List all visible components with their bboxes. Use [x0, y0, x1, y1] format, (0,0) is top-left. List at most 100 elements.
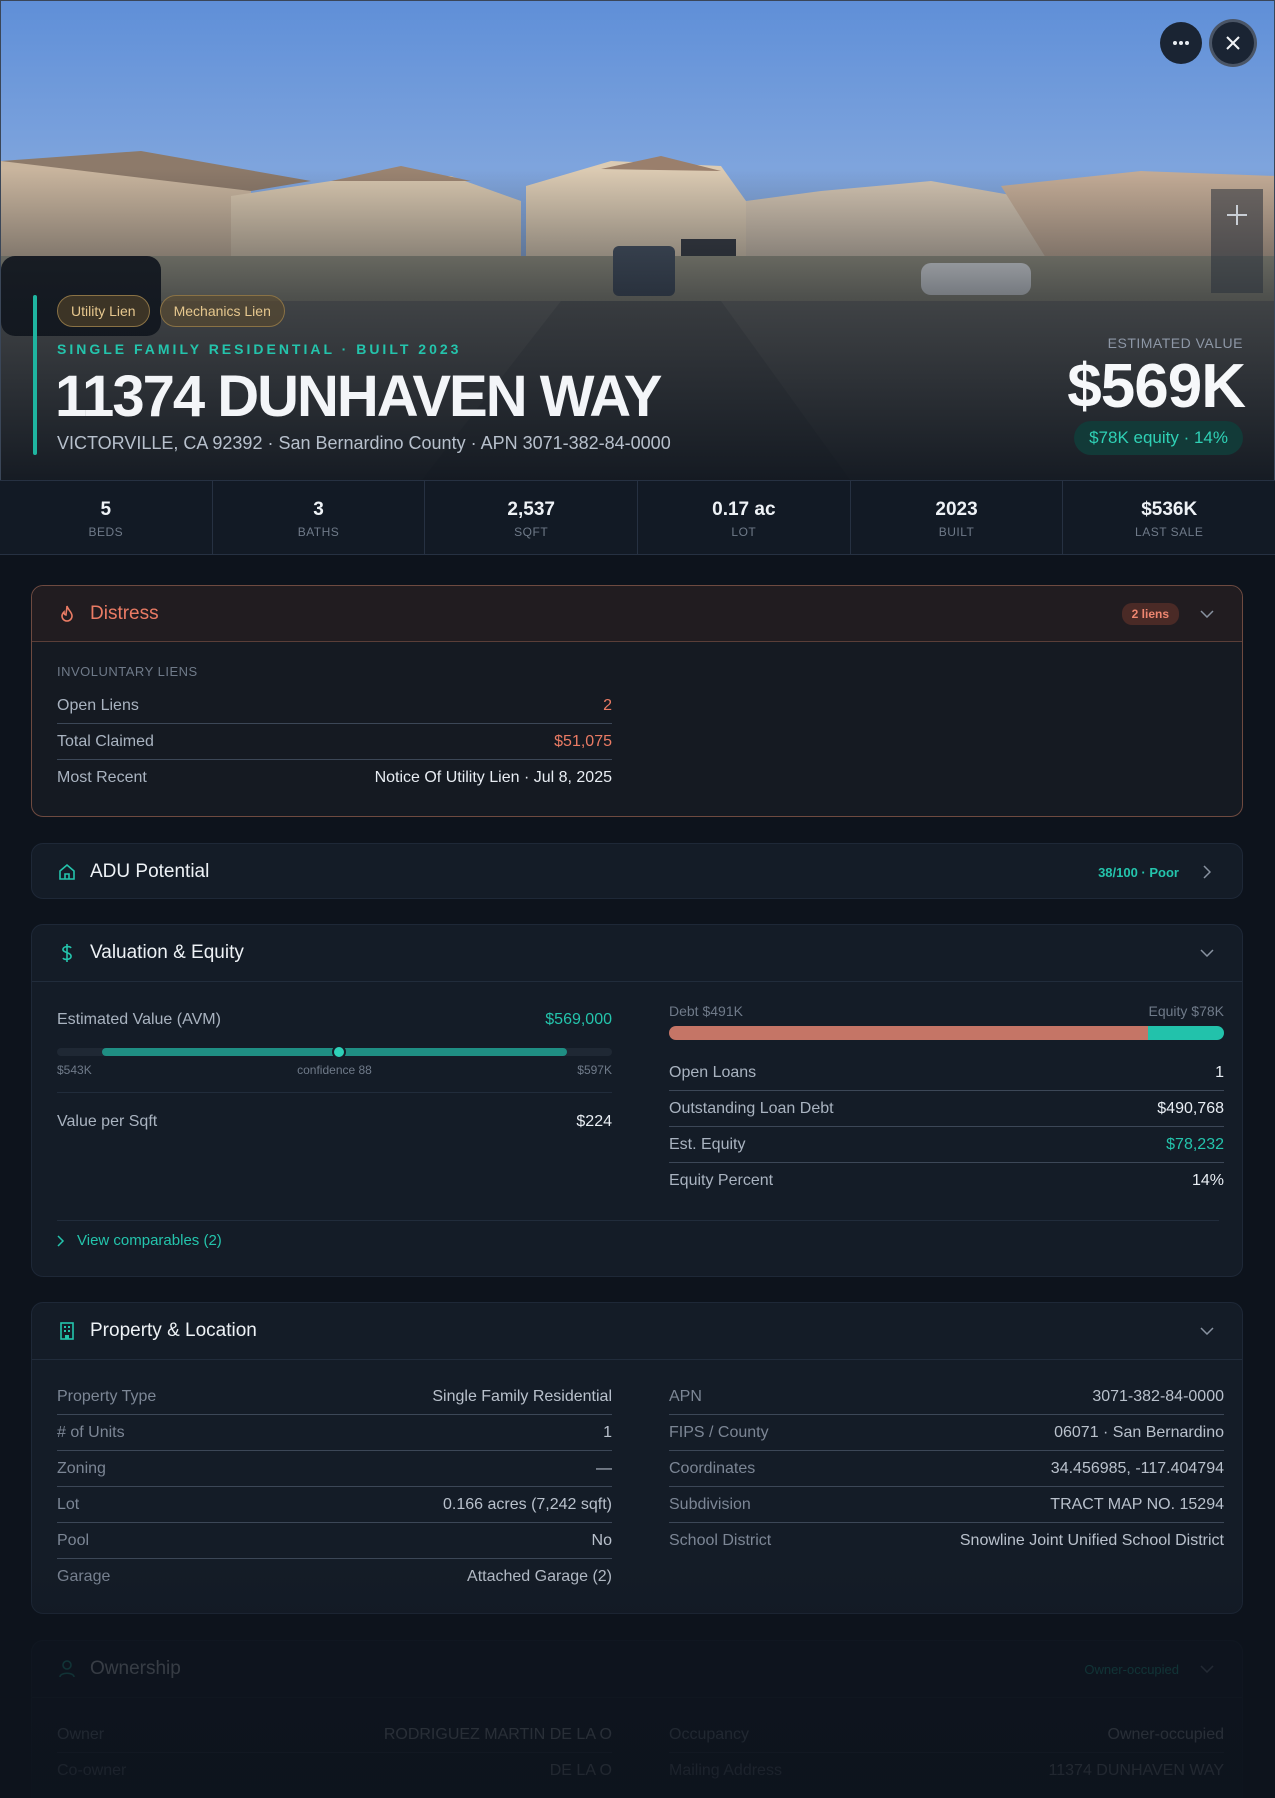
- kv-key: Most Recent: [57, 769, 147, 786]
- kv-key: Lot: [57, 1495, 80, 1513]
- kv-row: School District Snowline Joint Unified Sc…: [669, 1523, 1224, 1559]
- kv-row: Most Recent Notice Of Utility Lien · Jul …: [57, 760, 612, 796]
- avm-confidence-bar: [57, 1045, 612, 1059]
- stat-value: 3: [313, 499, 324, 520]
- adu-header[interactable]: ADU Potential 38/100 · Poor: [32, 844, 1242, 900]
- kv-row: Total Claimed $51,075: [57, 724, 612, 760]
- equity-segment: [1147, 1026, 1224, 1040]
- distress-header[interactable]: Distress 2 liens: [32, 586, 1242, 642]
- kv-value: Notice Of Utility Lien · Jul 8, 2025: [374, 769, 612, 786]
- zoom-out-button[interactable]: [1211, 241, 1263, 293]
- chevron-right-icon: [57, 1234, 65, 1247]
- property-title: Property & Location: [90, 1320, 257, 1341]
- view-comparables-link[interactable]: View comparables (2): [57, 1232, 222, 1249]
- kv-value: Snowline Joint Unified School District: [959, 1532, 1224, 1549]
- kv-key: Equity Percent: [669, 1172, 774, 1189]
- plus-icon: [1227, 205, 1247, 225]
- kv-key: Zoning: [57, 1459, 106, 1477]
- kv-key: APN: [669, 1387, 702, 1405]
- stat-label: BUILT: [938, 525, 975, 539]
- kv-row: # of Units 1: [57, 1415, 612, 1451]
- kv-key: School District: [669, 1532, 772, 1549]
- kv-value: 34.456985, -117.404794: [1050, 1459, 1224, 1477]
- kv-value: $569,000: [545, 1011, 612, 1028]
- debt-segment: [669, 1026, 1148, 1040]
- kv-row: Garage Attached Garage (2): [57, 1559, 612, 1595]
- kv-row: Owner RODRIGUEZ MARTIN DE LA O: [57, 1717, 612, 1753]
- badge-utility-lien: Utility Lien: [57, 295, 150, 327]
- kv-value: 2: [603, 696, 612, 714]
- kv-row: FIPS / County 06071 · San Bernardino: [669, 1415, 1224, 1451]
- estimated-value-label: ESTIMATED VALUE: [1107, 335, 1243, 351]
- kv-row: Open Loans 1: [669, 1055, 1224, 1091]
- kv-key: Open Loans: [669, 1063, 757, 1081]
- avm-point-marker: [332, 1045, 346, 1059]
- view-comparables-label: View comparables (2): [77, 1232, 222, 1249]
- kv-key: Outstanding Loan Debt: [669, 1099, 834, 1117]
- stat-value: 2023: [935, 499, 978, 520]
- loans-list: Open Loans 1 Outstanding Loan Debt $490,76…: [669, 1055, 1224, 1199]
- kv-value: $224: [576, 1113, 612, 1130]
- property-header[interactable]: Property & Location: [32, 1303, 1242, 1359]
- estimated-value: $569K: [1067, 352, 1246, 421]
- accent-bar: [33, 295, 37, 455]
- chevron-down-icon[interactable]: [1197, 604, 1217, 624]
- valuation-header[interactable]: Valuation & Equity: [32, 925, 1242, 981]
- kv-key: Co-owner: [57, 1762, 127, 1779]
- ownership-header[interactable]: Ownership Owner-occupied: [32, 1641, 1242, 1697]
- kv-value: 06071 · San Bernardino: [1054, 1423, 1224, 1441]
- kv-row: Subdivision TRACT MAP NO. 15294: [669, 1487, 1224, 1523]
- kv-value: RODRIGUEZ MARTIN DE LA O: [383, 1725, 612, 1743]
- involuntary-liens-label: INVOLUNTARY LIENS: [57, 664, 198, 679]
- close-button[interactable]: [1212, 22, 1254, 64]
- chevron-down-icon[interactable]: [1197, 1321, 1217, 1341]
- kv-value: Attached Garage (2): [467, 1568, 612, 1585]
- avm-scale: $543K confidence 88 $597K: [57, 1063, 612, 1077]
- kv-key: Open Liens: [57, 696, 139, 714]
- adu-score-badge: 38/100 · Poor: [1098, 864, 1179, 880]
- kv-key: Garage: [57, 1568, 111, 1585]
- zoom-in-button[interactable]: [1211, 189, 1263, 241]
- close-icon: [1226, 36, 1240, 50]
- debt-equity-labels: Debt $491K Equity $78K: [669, 1003, 1224, 1019]
- ownership-right-list: Occupancy Owner-occupied Mailing Address 1…: [669, 1717, 1224, 1789]
- kv-row: Occupancy Owner-occupied: [669, 1717, 1224, 1753]
- liens-list: Open Liens 2 Total Claimed $51,075 Most Re…: [57, 688, 612, 796]
- kv-key: Est. Equity: [669, 1135, 746, 1153]
- avm-high: $597K: [577, 1063, 612, 1077]
- kv-value: $51,075: [554, 732, 612, 750]
- stat-label: LAST SALE: [1135, 525, 1204, 539]
- property-type-eyebrow: SINGLE FAMILY RESIDENTIAL · BUILT 2023: [57, 341, 462, 357]
- chevron-down-icon[interactable]: [1197, 943, 1217, 963]
- ownership-left-list: Owner RODRIGUEZ MARTIN DE LA O Co-owner DE…: [57, 1717, 612, 1789]
- stats-strip: 5 BEDS 3 BATHS 2,537 SQFT 0.17 ac LOT 2023 BU…: [0, 480, 1275, 555]
- more-options-button[interactable]: [1160, 22, 1202, 64]
- lien-badges: Utility Lien Mechanics Lien: [57, 295, 285, 327]
- dollar-icon: [57, 943, 77, 963]
- kv-value: Owner-occupied: [1107, 1725, 1225, 1743]
- kv-row: Open Liens 2: [57, 688, 612, 724]
- kv-key: Property Type: [57, 1387, 157, 1405]
- kv-value: 1: [1215, 1063, 1224, 1081]
- kv-key: Pool: [57, 1531, 90, 1549]
- kv-row: Lot 0.166 acres (7,242 sqft): [57, 1487, 612, 1523]
- adu-card[interactable]: ADU Potential 38/100 · Poor: [31, 843, 1243, 899]
- chevron-right-icon[interactable]: [1197, 862, 1217, 882]
- stat-label: BEDS: [88, 525, 124, 539]
- debt-label: Debt $491K: [669, 1003, 743, 1019]
- ownership-card: Ownership Owner-occupied Owner RODRIGUEZ …: [31, 1640, 1243, 1798]
- property-left-list: Property Type Single Family Residential #…: [57, 1379, 612, 1595]
- flame-icon: [57, 604, 77, 624]
- adu-title: ADU Potential: [90, 861, 210, 882]
- kv-key: Mailing Address: [669, 1762, 782, 1779]
- kv-key: # of Units: [57, 1423, 125, 1441]
- equity-label: Equity $78K: [1148, 1003, 1225, 1019]
- avm-confidence: confidence 88: [297, 1063, 372, 1077]
- kv-value: 0.166 acres (7,242 sqft): [443, 1495, 612, 1513]
- chevron-down-icon[interactable]: [1197, 1659, 1217, 1679]
- kv-value: $78,232: [1166, 1135, 1224, 1153]
- stat-label: LOT: [731, 525, 757, 539]
- kv-key: Occupancy: [669, 1725, 750, 1743]
- kv-key: Value per Sqft: [57, 1113, 158, 1130]
- kv-row: Mailing Address 11374 DUNHAVEN WAY: [669, 1753, 1224, 1789]
